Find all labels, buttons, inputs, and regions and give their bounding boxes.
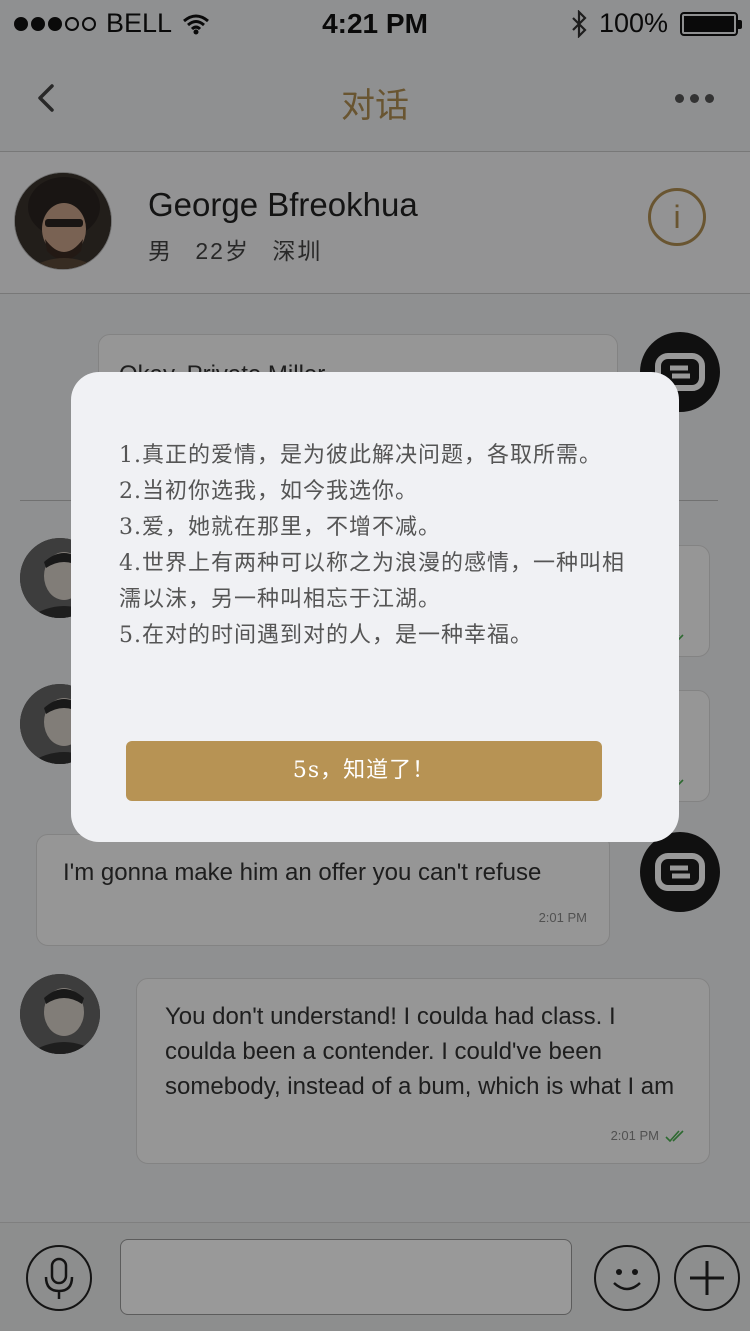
tips-list: 1.真正的爱情，是为彼此解决问题，各取所需。 2.当初你选我，如今我选你。 3.…	[119, 438, 639, 654]
tip-line: 5.在对的时间遇到对的人，是一种幸福。	[119, 623, 533, 648]
tip-line: 2.当初你选我，如今我选你。	[119, 479, 418, 504]
modal-overlay[interactable]: 1.真正的爱情，是为彼此解决问题，各取所需。 2.当初你选我，如今我选你。 3.…	[0, 0, 750, 1331]
tip-line: 4.世界上有两种可以称之为浪漫的感情，一种叫相濡以沫，另一种叫相忘于江湖。	[119, 551, 625, 612]
tip-line: 1.真正的爱情，是为彼此解决问题，各取所需。	[119, 443, 602, 468]
tips-dialog: 1.真正的爱情，是为彼此解决问题，各取所需。 2.当初你选我，如今我选你。 3.…	[71, 372, 679, 842]
dismiss-button[interactable]: 5s，知道了！	[126, 741, 602, 801]
tip-line: 3.爱，她就在那里，不增不减。	[119, 515, 441, 540]
